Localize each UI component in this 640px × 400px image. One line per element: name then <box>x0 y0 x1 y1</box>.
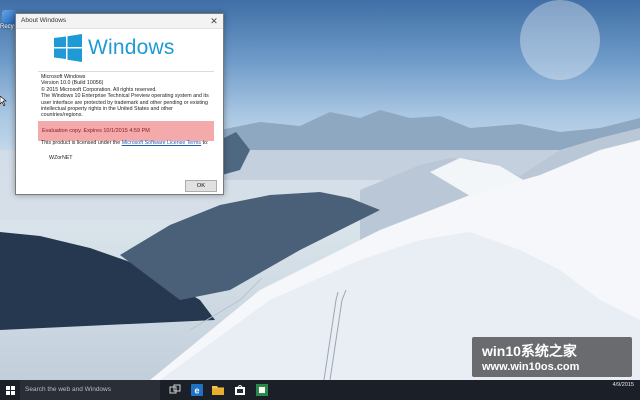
dialog-titlebar[interactable]: About Windows ✕ <box>16 14 223 29</box>
evaluation-banner: Evaluation copy. Expires 10/1/2015 4:59 … <box>38 121 214 141</box>
start-button[interactable] <box>0 380 20 400</box>
taskbar: Search the web and Windows e 4/9/2015 <box>0 380 640 400</box>
legal-text: The Windows 10 Enterprise Technical Prev… <box>41 93 209 119</box>
product-info: Microsoft Windows Version 10.0 (Build 10… <box>41 74 216 119</box>
taskbar-app-ie[interactable]: e <box>189 382 205 398</box>
dialog-title: About Windows <box>21 17 67 24</box>
evaluation-text: Evaluation copy. Expires 10/1/2015 4:59 … <box>42 128 150 134</box>
watermark-url: www.win10os.com <box>482 361 580 373</box>
mouse-pointer-icon <box>0 96 7 106</box>
taskbar-app-notes[interactable] <box>254 382 270 398</box>
ok-button[interactable]: OK <box>185 180 217 192</box>
license-suffix: to: <box>202 140 209 146</box>
windows-flag-icon <box>54 34 82 62</box>
system-clock[interactable]: 4/9/2015 <box>613 382 634 389</box>
task-view-button[interactable] <box>167 382 183 398</box>
internet-explorer-icon: e <box>191 384 203 396</box>
svg-text:e: e <box>194 386 199 396</box>
folder-icon <box>212 386 224 395</box>
task-view-icon <box>169 384 181 394</box>
licensee-name: WZorNET <box>49 155 73 161</box>
notes-icon <box>256 384 268 396</box>
taskbar-app-explorer[interactable] <box>210 382 226 398</box>
license-text: This product is licensed under the Micro… <box>41 140 211 147</box>
search-box[interactable]: Search the web and Windows <box>20 380 160 400</box>
store-icon <box>235 385 245 395</box>
search-placeholder: Search the web and Windows <box>25 386 111 393</box>
license-terms-link[interactable]: Microsoft Software License Terms <box>122 140 201 146</box>
divider <box>38 71 214 72</box>
close-icon[interactable]: ✕ <box>208 15 220 27</box>
clock-date: 4/9/2015 <box>612 382 634 388</box>
recycle-bin-icon <box>2 10 16 24</box>
taskbar-app-store[interactable] <box>232 382 248 398</box>
about-windows-dialog: About Windows ✕ Windows Microsoft Window… <box>15 13 224 195</box>
watermark-title: win10系统之家 <box>482 343 577 359</box>
windows-start-icon <box>6 386 15 395</box>
site-watermark: win10系统之家 www.win10os.com <box>472 337 632 377</box>
license-prefix: This product is licensed under the <box>41 140 121 146</box>
windows-logo-text: Windows <box>88 36 175 59</box>
